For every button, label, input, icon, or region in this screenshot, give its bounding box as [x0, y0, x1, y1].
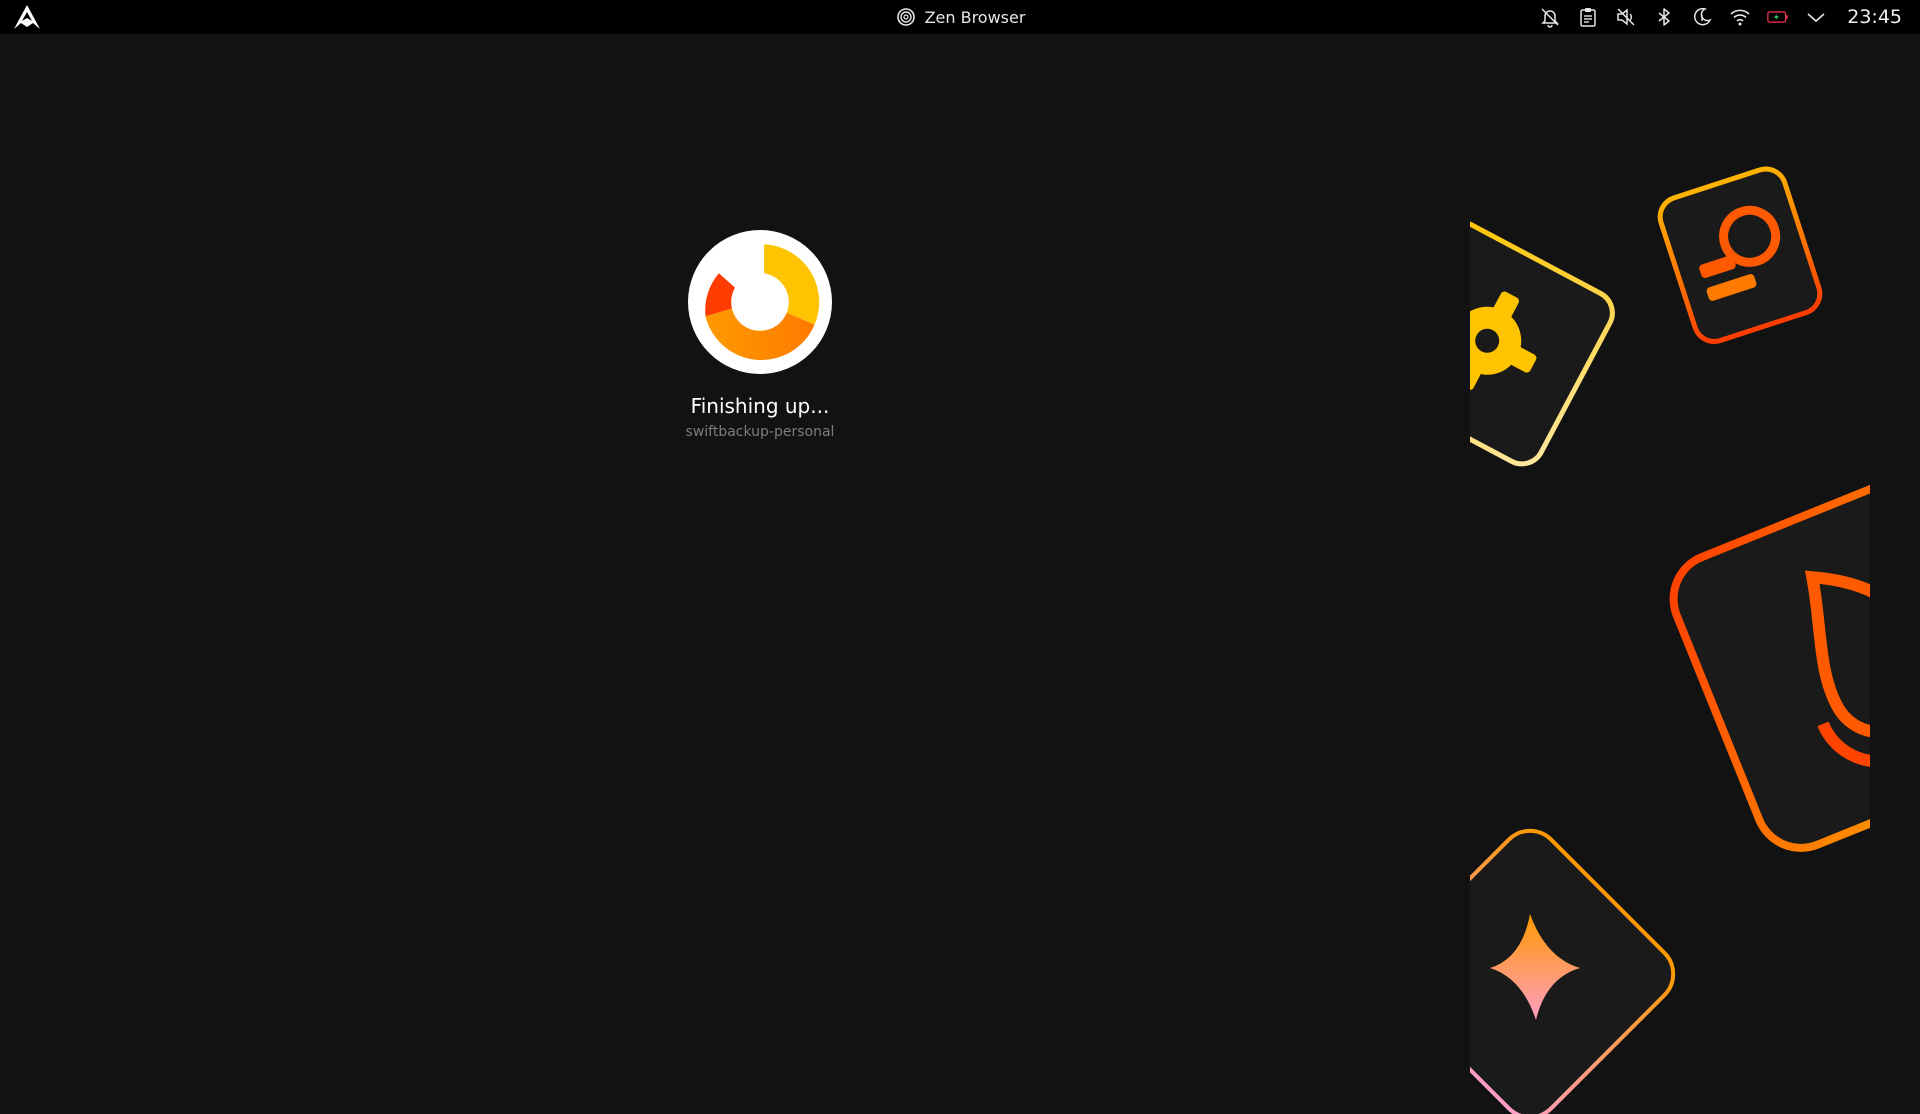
- notifications-muted-icon[interactable]: [1539, 6, 1561, 28]
- backup-name: swiftbackup-personal: [685, 424, 835, 440]
- arch-logo-icon[interactable]: [12, 4, 42, 30]
- game-app-tile: [1657, 166, 1823, 344]
- wifi-icon[interactable]: [1729, 6, 1751, 28]
- chevron-down-icon[interactable]: [1805, 6, 1827, 28]
- top-panel: Zen Browser 23:45: [0, 0, 1920, 34]
- active-window-title[interactable]: Zen Browser: [925, 8, 1026, 27]
- clock[interactable]: 23:45: [1847, 6, 1902, 28]
- clipboard-icon[interactable]: [1577, 6, 1599, 28]
- swift-backup-logo-icon: [688, 230, 832, 374]
- battery-icon[interactable]: [1767, 6, 1789, 28]
- zen-browser-icon: [895, 6, 917, 28]
- progress-status: Finishing up...: [690, 394, 830, 418]
- system-tray: 23:45: [1539, 0, 1902, 34]
- volume-muted-icon[interactable]: [1615, 6, 1637, 28]
- decorative-app-icons-artwork: [1470, 166, 1870, 1114]
- night-light-icon[interactable]: [1691, 6, 1713, 28]
- gear-app-tile: [1470, 219, 1615, 467]
- leaf-app-tile: [1669, 478, 1870, 852]
- desktop-area: Finishing up... swiftbackup-personal: [0, 34, 1920, 1114]
- backup-progress: Finishing up... swiftbackup-personal: [660, 230, 860, 440]
- bluetooth-icon[interactable]: [1653, 6, 1675, 28]
